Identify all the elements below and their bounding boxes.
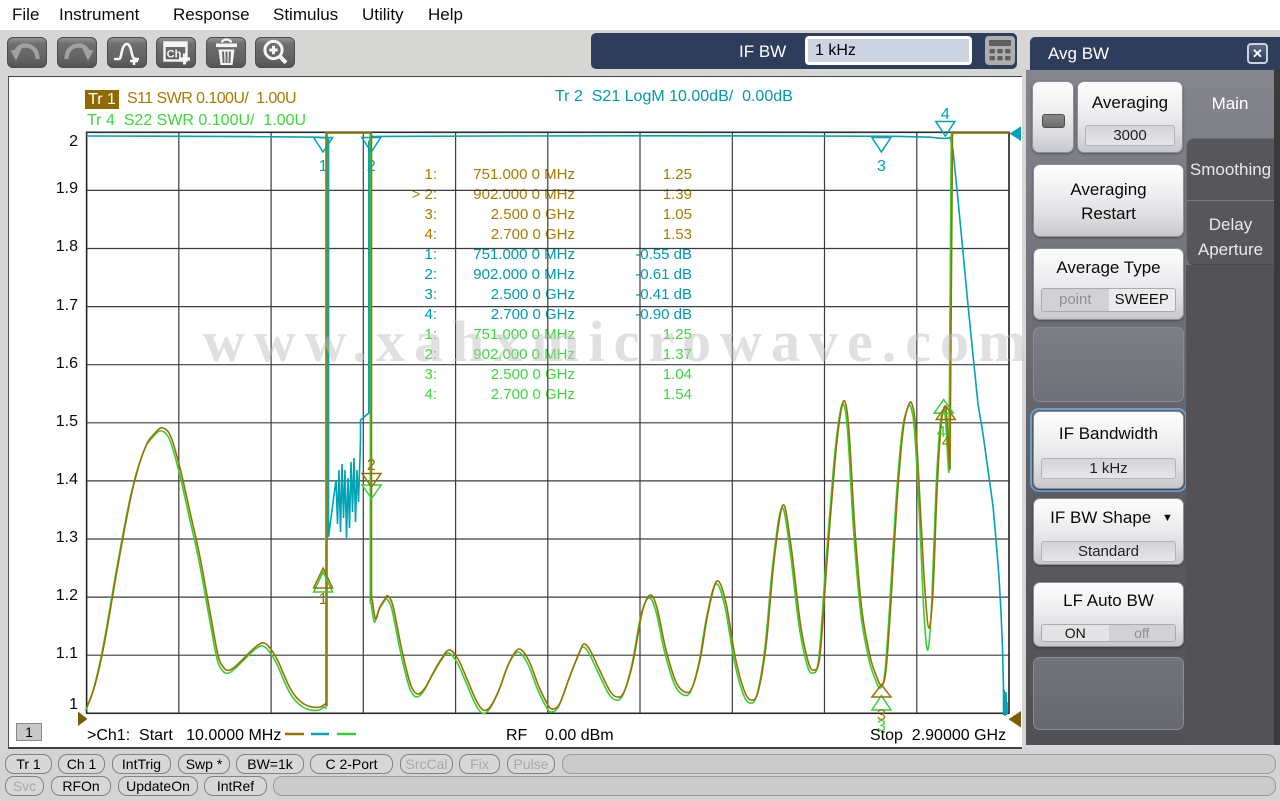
svg-text:2: 2 — [367, 457, 376, 474]
svg-text:4: 4 — [942, 434, 951, 451]
svg-text:3: 3 — [877, 158, 886, 175]
svg-text:1: 1 — [319, 158, 328, 175]
svg-text:2: 2 — [367, 158, 376, 175]
svg-text:1: 1 — [319, 591, 328, 608]
svg-text:3: 3 — [877, 707, 886, 724]
svg-text:4: 4 — [941, 106, 950, 123]
